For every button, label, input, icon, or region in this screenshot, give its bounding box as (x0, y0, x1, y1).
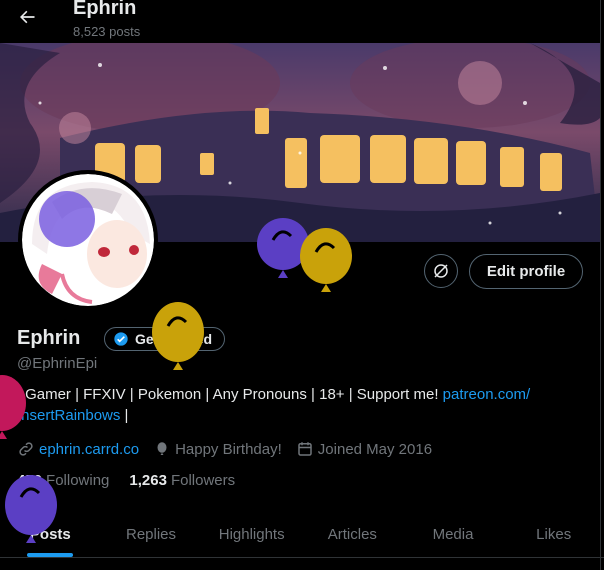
balloon-pink-left (0, 375, 26, 439)
followers-link[interactable]: 1,263 Followers (129, 472, 235, 489)
more-options-button[interactable] (424, 254, 458, 288)
birthday-text: Happy Birthday! (175, 440, 282, 458)
bio-link-patreon[interactable]: patreon.com/ (443, 386, 531, 403)
balloon-gold-top (300, 228, 352, 292)
back-button[interactable] (10, 0, 44, 34)
bio-tail: | (120, 407, 129, 424)
bio-text: | Gamer | FFXIV | Pokemon | Any Pronouns… (17, 386, 443, 403)
website-link[interactable]: ephrin.carrd.co (39, 441, 139, 458)
arrow-left-icon (20, 10, 35, 24)
tab-highlights[interactable]: Highlights (201, 512, 302, 557)
calendar-icon (298, 442, 312, 456)
profile-tabs: Posts Replies Highlights Articles Media … (0, 512, 604, 557)
grok-icon (434, 264, 448, 278)
tab-media[interactable]: Media (403, 512, 504, 557)
profile-meta: ephrin.carrd.co Happy Birthday! Joined M… (17, 439, 432, 459)
tab-articles[interactable]: Articles (302, 512, 403, 557)
column-border (600, 0, 601, 570)
bio-link-insertrainbows[interactable]: InsertRainbows (17, 407, 120, 424)
post-count: 8,523 posts (73, 24, 141, 39)
balloon-purple-bottom (5, 475, 57, 543)
balloon-gold-middle (152, 302, 204, 370)
followers-label: Followers (170, 472, 236, 489)
display-name: Ephrin (17, 327, 81, 349)
tabs-divider (0, 557, 604, 558)
joined-date: Joined May 2016 (317, 440, 433, 458)
avatar[interactable] (18, 170, 158, 310)
edit-profile-button[interactable]: Edit profile (469, 254, 583, 289)
handle: @EphrinEpi (17, 355, 98, 372)
tab-replies[interactable]: Replies (101, 512, 202, 557)
tab-likes[interactable]: Likes (503, 512, 604, 557)
balloon-icon (157, 442, 167, 455)
header-title: Ephrin (73, 0, 137, 19)
bio: | Gamer | FFXIV | Pokemon | Any Pronouns… (17, 384, 577, 426)
followers-count: 1,263 (129, 472, 167, 489)
verified-badge-icon (114, 332, 128, 346)
